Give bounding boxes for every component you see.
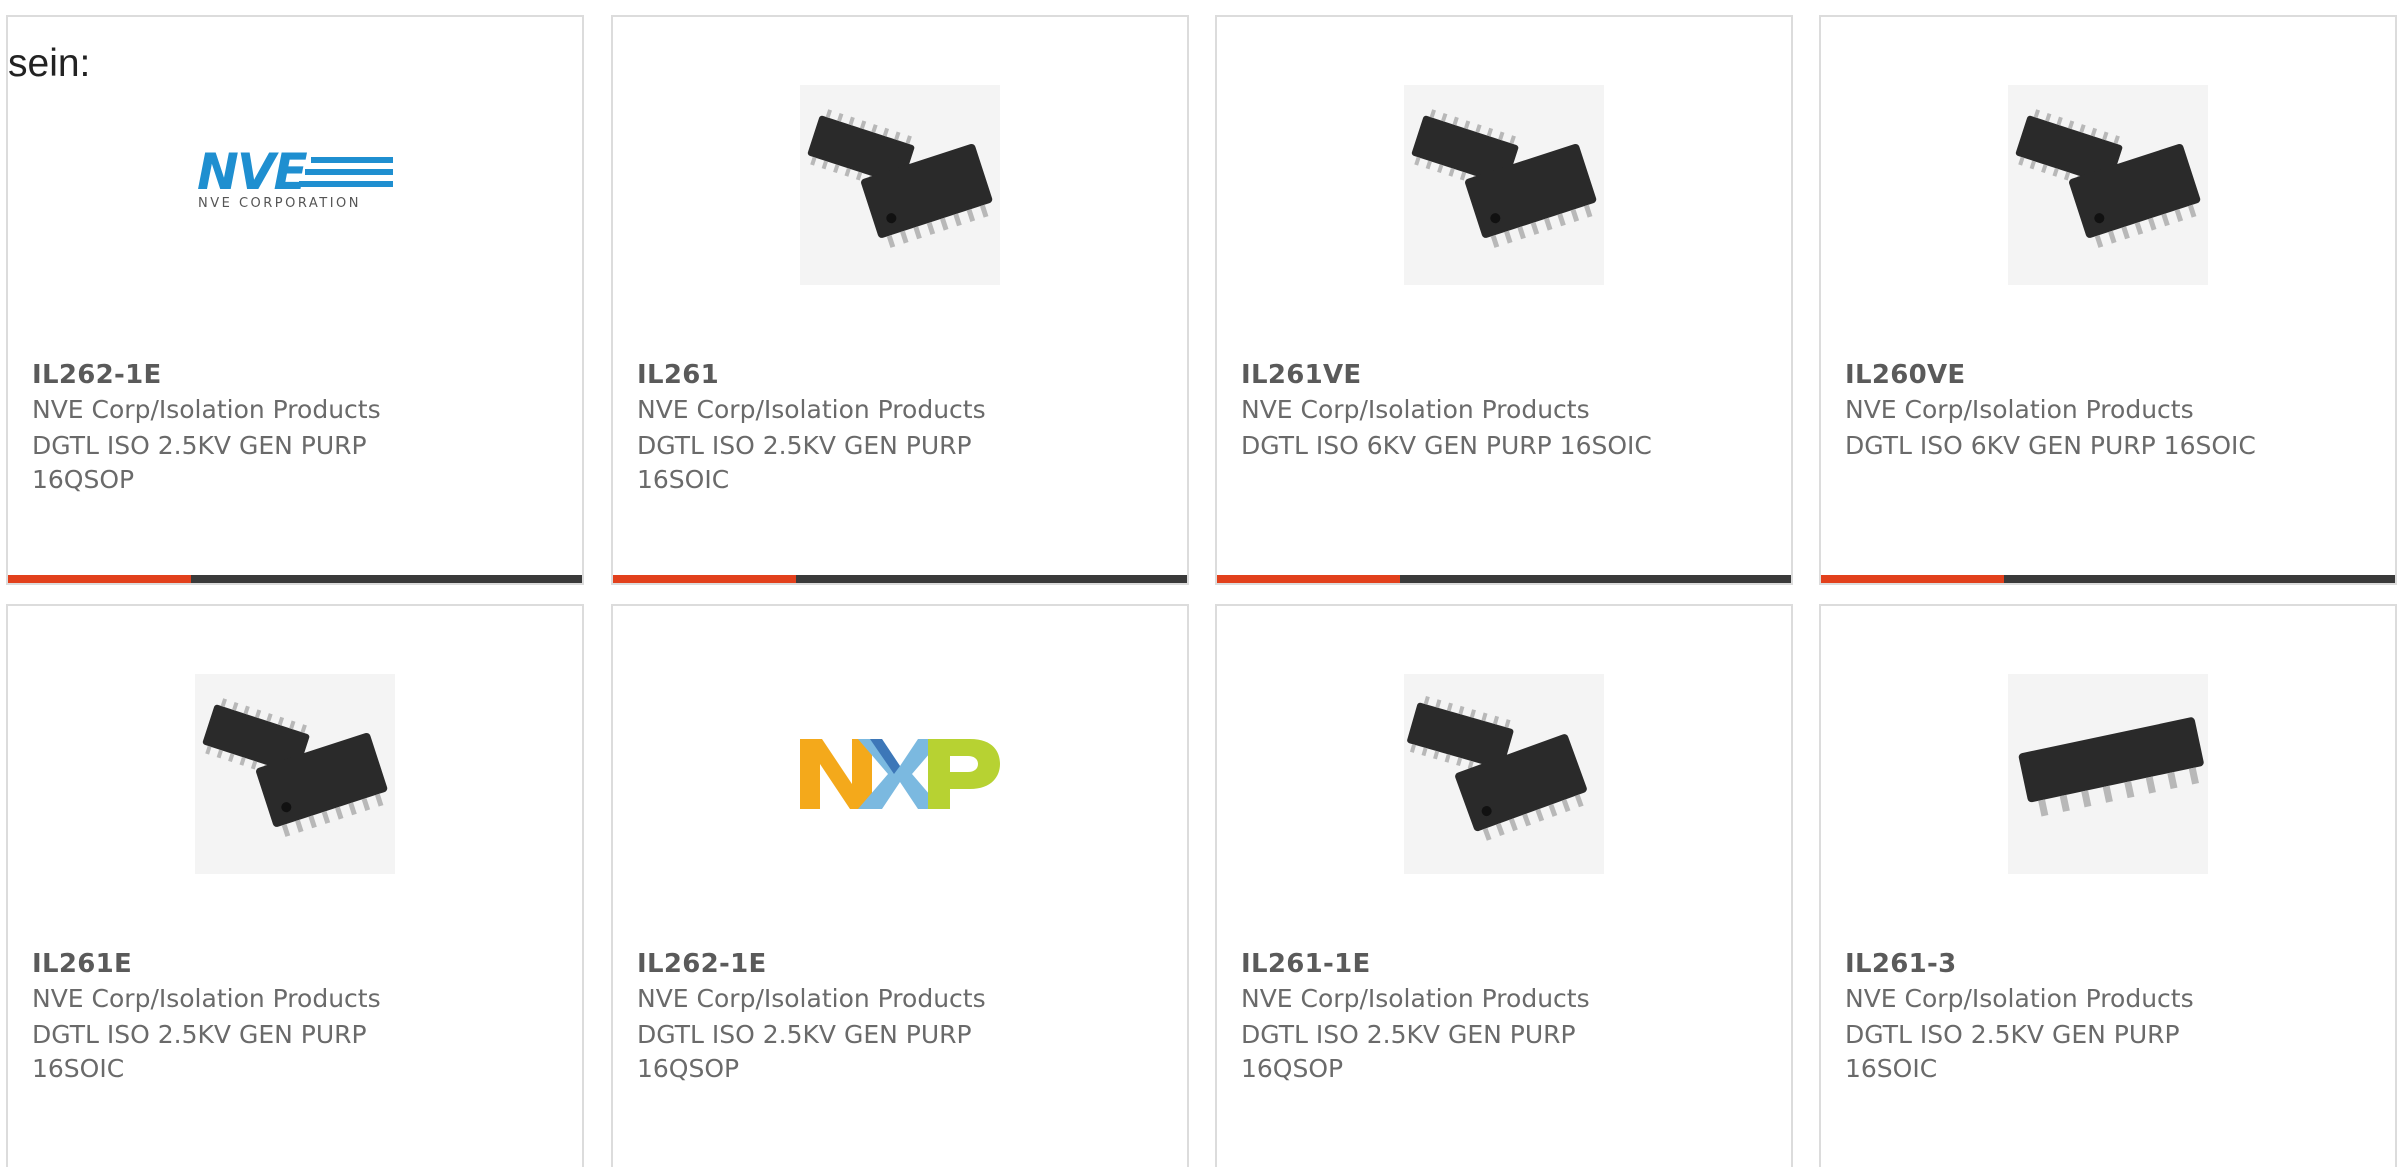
card-bar xyxy=(8,575,582,583)
card-bar-accent xyxy=(613,575,796,583)
single-chip-icon xyxy=(2008,674,2208,874)
manufacturer: NVE Corp/Isolation Products xyxy=(1845,984,2194,1013)
manufacturer: NVE Corp/Isolation Products xyxy=(32,395,381,424)
card-bar xyxy=(613,575,1187,583)
card-bar xyxy=(1821,575,2395,583)
chip-pair-icon xyxy=(1404,674,1604,874)
description: DGTL ISO 2.5KV GEN PURP 16SOIC xyxy=(32,1020,367,1083)
card-bar-accent xyxy=(8,575,191,583)
part-number[interactable]: IL262-1E xyxy=(32,360,162,390)
part-number[interactable]: IL261-1E xyxy=(1241,949,1371,979)
product-card[interactable]: IL261-3 NVE Corp/Isolation Products DGTL… xyxy=(1819,604,2397,1167)
chip-pair-icon xyxy=(1404,85,1604,285)
description: DGTL ISO 6KV GEN PURP 16SOIC xyxy=(1241,431,1652,460)
description: DGTL ISO 2.5KV GEN PURP 16SOIC xyxy=(637,431,972,494)
product-card[interactable]: IL262-1E NVE Corp/Isolation Products DGT… xyxy=(611,604,1189,1167)
part-number[interactable]: IL261-3 xyxy=(1845,949,1957,979)
part-number[interactable]: IL261E xyxy=(32,949,132,979)
nxp-logo xyxy=(800,674,1000,874)
chip-pair-icon xyxy=(195,674,395,874)
nve-logo: NVE NVE CORPORATION xyxy=(195,85,395,285)
product-card[interactable]: IL261E NVE Corp/Isolation Products DGTL … xyxy=(6,604,584,1167)
part-number[interactable]: IL260VE xyxy=(1845,360,1966,390)
description: DGTL ISO 2.5KV GEN PURP 16QSOP xyxy=(637,1020,972,1083)
description: DGTL ISO 2.5KV GEN PURP 16SOIC xyxy=(1845,1020,2180,1083)
manufacturer: NVE Corp/Isolation Products xyxy=(637,395,986,424)
chip-pair-icon xyxy=(2008,85,2208,285)
product-card[interactable]: IL261VE NVE Corp/Isolation Products DGTL… xyxy=(1215,15,1793,585)
product-listing-page: sein: NVE NVE CORPORATION IL262-1E NVE C… xyxy=(0,0,2400,1167)
description: DGTL ISO 2.5KV GEN PURP 16QSOP xyxy=(1241,1020,1576,1083)
part-number[interactable]: IL261 xyxy=(637,360,719,390)
manufacturer: NVE Corp/Isolation Products xyxy=(1241,984,1590,1013)
product-card[interactable]: IL261-1E NVE Corp/Isolation Products DGT… xyxy=(1215,604,1793,1167)
intro-text: sein: xyxy=(8,42,91,85)
product-card[interactable]: NVE NVE CORPORATION IL262-1E NVE Corp/Is… xyxy=(6,15,584,585)
manufacturer: NVE Corp/Isolation Products xyxy=(1241,395,1590,424)
product-card[interactable]: IL260VE NVE Corp/Isolation Products DGTL… xyxy=(1819,15,2397,585)
description: DGTL ISO 6KV GEN PURP 16SOIC xyxy=(1845,431,2256,460)
manufacturer: NVE Corp/Isolation Products xyxy=(637,984,986,1013)
part-number[interactable]: IL262-1E xyxy=(637,949,767,979)
description: DGTL ISO 2.5KV GEN PURP 16QSOP xyxy=(32,431,367,494)
product-card[interactable]: IL261 NVE Corp/Isolation Products DGTL I… xyxy=(611,15,1189,585)
chip-pair-icon xyxy=(800,85,1000,285)
nve-logo-subtext: NVE CORPORATION xyxy=(198,196,361,211)
card-bar xyxy=(1217,575,1791,583)
nve-logo-text: NVE xyxy=(197,145,308,201)
card-bar-accent xyxy=(1821,575,2004,583)
part-number[interactable]: IL261VE xyxy=(1241,360,1362,390)
manufacturer: NVE Corp/Isolation Products xyxy=(1845,395,2194,424)
card-bar-accent xyxy=(1217,575,1400,583)
manufacturer: NVE Corp/Isolation Products xyxy=(32,984,381,1013)
